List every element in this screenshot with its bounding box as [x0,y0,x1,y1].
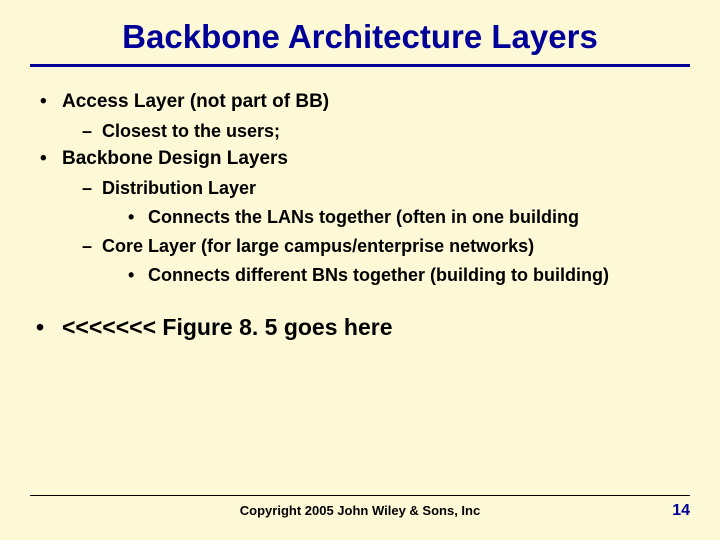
bullet-dot-icon: • [40,148,47,170]
footer-row: Copyright 2005 John Wiley & Sons, Inc 14 [30,502,690,520]
bullet-dot-icon: • [36,314,44,341]
bullet-text: Core Layer (for large campus/enterprise … [102,236,534,256]
bullet-text: Distribution Layer [102,178,256,198]
bullet-level2: – Core Layer (for large campus/enterpris… [30,236,690,257]
bullet-level2: – Closest to the users; [30,121,690,142]
bullet-level2: – Distribution Layer [30,178,690,199]
bullet-dot-icon: • [128,265,134,286]
bullet-text: Connects different BNs together (buildin… [148,265,609,285]
bullet-level1: • Access Layer (not part of BB) [30,91,690,113]
bullet-dot-icon: • [40,91,47,113]
bullet-text: Access Layer (not part of BB) [62,91,329,112]
slide: Backbone Architecture Layers • Access La… [0,0,720,540]
page-number: 14 [650,502,690,520]
footer-rule [30,495,690,496]
bullet-dash-icon: – [82,236,92,257]
bullet-level3: • Connects different BNs together (build… [30,265,690,286]
bullet-dot-icon: • [128,207,134,228]
slide-title: Backbone Architecture Layers [0,0,720,64]
bullet-text: Closest to the users; [102,121,280,141]
bullet-level3: • Connects the LANs together (often in o… [30,207,690,228]
slide-footer: Copyright 2005 John Wiley & Sons, Inc 14 [30,495,690,520]
bullet-text: <<<<<<< Figure 8. 5 goes here [62,314,393,340]
copyright-text: Copyright 2005 John Wiley & Sons, Inc [70,503,650,518]
bullet-text: Backbone Design Layers [62,148,288,169]
bullet-dash-icon: – [82,178,92,199]
bullet-dash-icon: – [82,121,92,142]
bullet-text: Connects the LANs together (often in one… [148,207,579,227]
bullet-level1-large: • <<<<<<< Figure 8. 5 goes here [30,314,690,341]
bullet-level1: • Backbone Design Layers [30,148,690,170]
slide-content: • Access Layer (not part of BB) – Closes… [0,67,720,341]
